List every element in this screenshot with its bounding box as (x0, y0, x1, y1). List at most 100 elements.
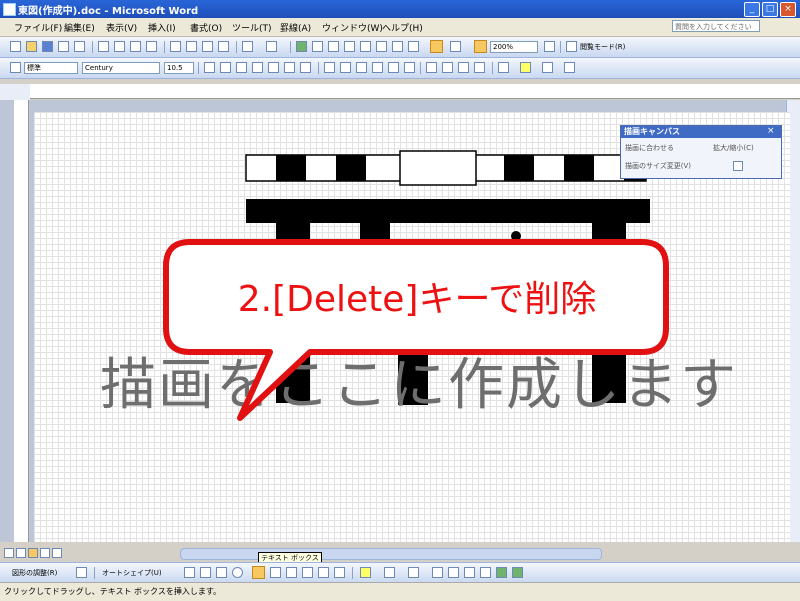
select-objects-icon[interactable] (76, 567, 87, 578)
tables-borders-icon[interactable] (312, 41, 323, 52)
picture-icon[interactable] (334, 567, 345, 578)
tab-selector[interactable] (0, 84, 30, 100)
diagram-icon[interactable] (302, 567, 313, 578)
arrow-style-icon[interactable] (464, 567, 475, 578)
cut-icon[interactable] (170, 41, 181, 52)
grid-icon[interactable] (450, 41, 461, 52)
drawing-icon[interactable] (376, 41, 387, 52)
autoshapes-button[interactable]: オートシェイプ(U) (102, 568, 162, 578)
styles-pane-icon[interactable] (10, 62, 21, 73)
align-left-icon[interactable] (324, 62, 335, 73)
numbering-icon[interactable] (426, 62, 437, 73)
underline-icon[interactable] (236, 62, 247, 73)
align-center-icon[interactable] (340, 62, 351, 73)
print-layout-icon[interactable] (28, 548, 38, 558)
normal-view-icon[interactable] (4, 548, 14, 558)
selected-rectangle[interactable] (399, 150, 477, 186)
paste-icon[interactable] (202, 41, 213, 52)
font-color-icon[interactable] (542, 62, 553, 73)
textbox-icon[interactable] (252, 566, 265, 579)
document-map-icon[interactable] (392, 41, 403, 52)
shadow-style-icon[interactable] (480, 567, 491, 578)
menu-format[interactable]: 書式(O) (190, 21, 222, 34)
character-shading-icon[interactable] (268, 62, 279, 73)
menu-window[interactable]: ウィンドウ(W) (322, 21, 383, 34)
scale-drawing-button[interactable]: 拡大/縮小(C) (713, 143, 754, 153)
outside-border-icon[interactable] (498, 62, 509, 73)
outline-view-icon[interactable] (40, 548, 50, 558)
line-icon[interactable] (184, 567, 195, 578)
line-spacing-icon[interactable] (404, 62, 415, 73)
open-folder-icon[interactable] (26, 41, 37, 52)
distributed-icon[interactable] (388, 62, 399, 73)
research-icon[interactable] (146, 41, 157, 52)
phonetic-guide-icon[interactable] (300, 62, 311, 73)
fit-to-drawing-button[interactable]: 描画に合わせる (625, 143, 674, 153)
menu-tools[interactable]: ツール(T) (232, 21, 272, 34)
line-color-icon[interactable] (384, 567, 395, 578)
decrease-indent-icon[interactable] (458, 62, 469, 73)
format-painter-icon[interactable] (218, 41, 229, 52)
bullets-icon[interactable] (442, 62, 453, 73)
reading-mode-button[interactable]: 閲覧モード(R) (580, 42, 625, 52)
font-color-icon[interactable] (408, 567, 419, 578)
text-wrap-icon[interactable] (733, 161, 743, 171)
font-select[interactable]: Century (82, 62, 160, 74)
hyperlink-icon[interactable] (296, 41, 307, 52)
web-layout-icon[interactable] (16, 548, 26, 558)
rectangle-icon[interactable] (216, 567, 227, 578)
italic-icon[interactable] (220, 62, 231, 73)
help-search-input[interactable]: 質問を入力してください (672, 20, 760, 32)
menu-table[interactable]: 罫線(A) (280, 21, 311, 34)
redo-icon[interactable] (266, 41, 277, 52)
save-icon[interactable] (42, 41, 53, 52)
line-style-icon[interactable] (432, 567, 443, 578)
maximize-button[interactable]: □ (762, 2, 778, 17)
horizontal-ruler[interactable] (30, 84, 800, 99)
drawing-active-icon[interactable] (430, 40, 443, 53)
close-button[interactable]: × (780, 2, 796, 17)
vertical-ruler[interactable] (14, 100, 29, 542)
close-icon[interactable]: × (767, 126, 775, 136)
menu-insert[interactable]: 挿入(I) (148, 21, 176, 34)
align-right-icon[interactable] (356, 62, 367, 73)
font-size-select[interactable]: 10.5 (164, 62, 194, 74)
resize-drawing-button[interactable]: 描画のサイズ変更(V) (625, 161, 691, 171)
style-select[interactable]: 標準 (24, 62, 78, 74)
increase-indent-icon[interactable] (474, 62, 485, 73)
wordart-icon[interactable] (286, 567, 297, 578)
draw-menu-button[interactable]: 図形の調整(R) (12, 568, 57, 578)
oval-icon[interactable] (232, 567, 243, 578)
thick-bar[interactable] (246, 199, 650, 223)
minimize-button[interactable]: _ (744, 2, 760, 17)
character-border-icon[interactable] (252, 62, 263, 73)
fill-color-icon[interactable] (360, 567, 371, 578)
insert-table-icon[interactable] (328, 41, 339, 52)
zoom-select[interactable]: 200% (490, 41, 538, 53)
vertical-textbox-icon[interactable] (270, 567, 281, 578)
bold-icon[interactable] (204, 62, 215, 73)
insert-excel-icon[interactable] (344, 41, 355, 52)
print-preview-icon[interactable] (114, 41, 125, 52)
clipart-icon[interactable] (318, 567, 329, 578)
copy-icon[interactable] (186, 41, 197, 52)
undo-icon[interactable] (242, 41, 253, 52)
show-hide-icon[interactable] (408, 41, 419, 52)
menu-view[interactable]: 表示(V) (106, 21, 137, 34)
enclose-characters-icon[interactable] (564, 62, 575, 73)
justify-icon[interactable] (372, 62, 383, 73)
highlight-icon[interactable] (520, 62, 531, 73)
permission-icon[interactable] (58, 41, 69, 52)
spelling-icon[interactable] (130, 41, 141, 52)
3d-style-icon[interactable] (496, 567, 507, 578)
help-icon[interactable] (544, 41, 555, 52)
3d-settings-icon[interactable] (512, 567, 523, 578)
character-scale-icon[interactable] (284, 62, 295, 73)
arrow-icon[interactable] (200, 567, 211, 578)
reading-mode-icon[interactable] (566, 41, 577, 52)
word-app-icon[interactable] (3, 3, 16, 16)
menu-help[interactable]: ヘルプ(H) (382, 21, 423, 34)
print-icon[interactable] (98, 41, 109, 52)
horizontal-scrollbar[interactable] (180, 548, 602, 560)
email-icon[interactable] (74, 41, 85, 52)
